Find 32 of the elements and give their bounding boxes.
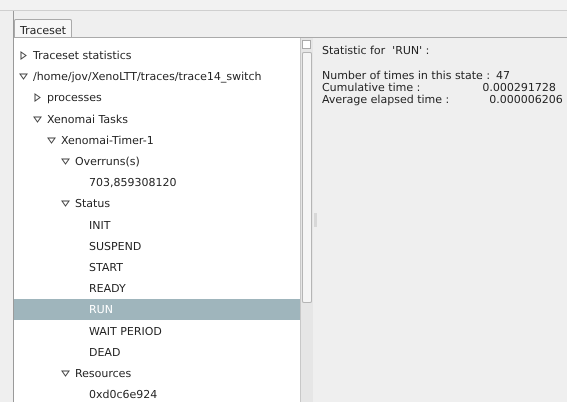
expanded-triangle-icon[interactable] bbox=[61, 157, 70, 166]
statistic-line: Cumulative time : 0.000291728 bbox=[322, 82, 557, 94]
tree-item[interactable]: 703,859308120 bbox=[14, 172, 300, 194]
tree-item[interactable]: Resources bbox=[14, 362, 300, 384]
expanded-triangle-icon[interactable] bbox=[61, 368, 70, 378]
tree-item[interactable]: READY bbox=[14, 278, 300, 300]
expanded-triangle-icon[interactable] bbox=[61, 199, 70, 208]
tree-item[interactable]: INIT bbox=[14, 214, 300, 236]
collapsed-triangle-icon[interactable] bbox=[33, 93, 42, 102]
tree-item[interactable]: Overruns(s) bbox=[14, 150, 300, 172]
tree-item[interactable]: /home/jov/XenoLTT/traces/trace14_switch bbox=[14, 66, 300, 88]
statistic-heading: Statistic for 'RUN' : bbox=[322, 44, 430, 57]
expanded-triangle-icon[interactable] bbox=[33, 114, 42, 124]
expanded-triangle-icon[interactable] bbox=[19, 72, 28, 82]
tab[interactable]: Traceset bbox=[14, 19, 72, 37]
tree-item[interactable]: processes bbox=[14, 87, 300, 109]
statistic-line: Number of times in this state : 47 bbox=[322, 70, 512, 82]
tree-item[interactable]: 0xd0c6e924 bbox=[14, 384, 300, 402]
scroll-thumb[interactable] bbox=[302, 52, 312, 303]
collapsed-triangle-icon[interactable] bbox=[19, 51, 28, 60]
statistic-line: Average elapsed time : 0.000006206 bbox=[322, 94, 563, 106]
tree-item[interactable]: Xenomai-Timer-1 bbox=[14, 130, 300, 151]
expanded-triangle-icon[interactable] bbox=[47, 136, 56, 145]
tree-item[interactable]: Status bbox=[14, 193, 300, 214]
tree-item[interactable]: SUSPEND bbox=[14, 236, 300, 257]
tree-item[interactable]: DEAD bbox=[14, 342, 300, 363]
scrollbar[interactable] bbox=[300, 38, 313, 402]
splitter-grip-icon[interactable] bbox=[314, 213, 317, 227]
tree-item[interactable]: START bbox=[14, 256, 300, 278]
tree-item[interactable]: WAIT PERIOD bbox=[14, 320, 300, 342]
tree-item[interactable]: Traceset statistics bbox=[14, 45, 300, 66]
tree-item[interactable]: Xenomai Tasks bbox=[14, 108, 300, 130]
